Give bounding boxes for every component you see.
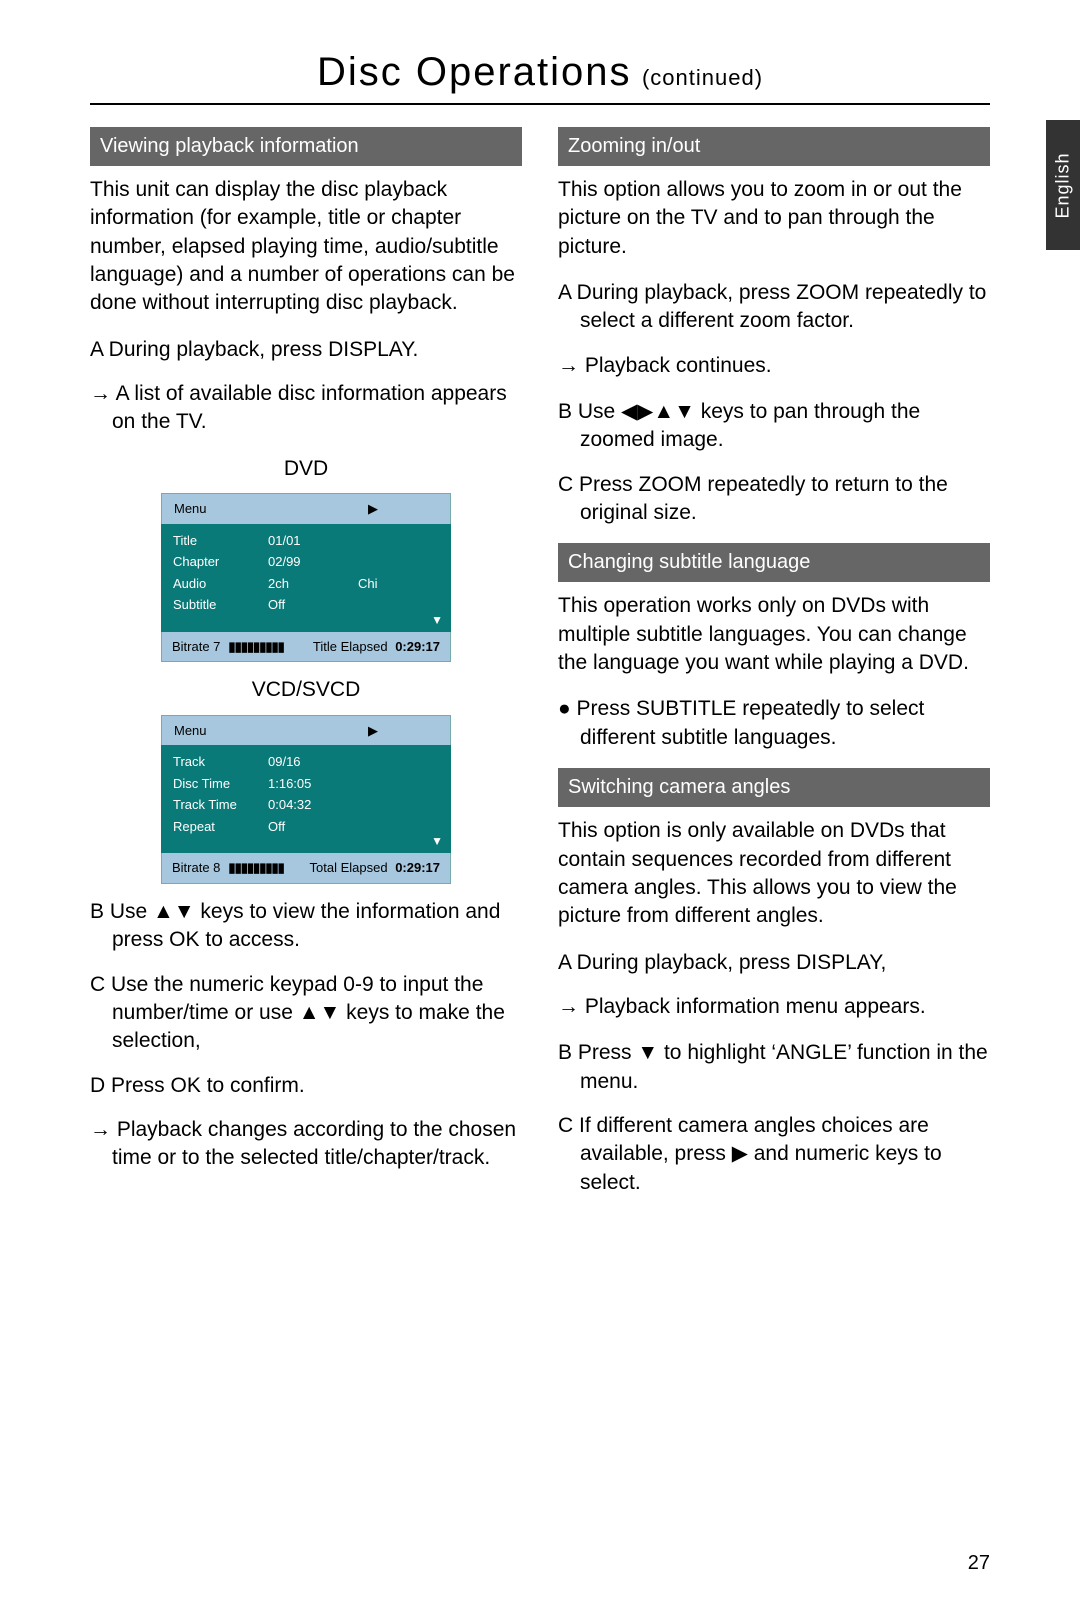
osd-row: Chapter 02/99 [173,551,439,573]
step-a-result: → A list of available disc information a… [90,380,522,437]
osd-key: Track Time [173,796,268,814]
osd-menu-label: Menu [174,500,207,518]
step-a: A During playback, press DISPLAY. [90,336,522,364]
osd-header: Menu ▶ [161,493,451,524]
zoom-step-a: A During playback, press ZOOM repeatedly… [558,279,990,336]
step-d-result: → Playback changes according to the chos… [90,1116,522,1173]
osd-body: Title 01/01 Chapter 02/99 Audio 2ch Chi [161,524,451,632]
osd-footer: Bitrate 7 ▮▮▮▮▮▮▮▮▮ Title Elapsed 0:29:1… [161,632,451,663]
scroll-down-icon: ▼ [431,612,443,628]
page-title: Disc Operations [317,50,632,94]
osd-header: Menu ▶ [161,715,451,746]
osd-key: Title [173,532,268,550]
section-heading-camera: Switching camera angles [558,768,990,807]
osd-row: Subtitle Off [173,594,439,616]
osd-value: 01/01 [268,532,358,550]
play-icon: ▶ [368,722,378,740]
osd-value: 2ch [268,575,358,593]
section-heading-viewing-playback: Viewing playback information [90,127,522,166]
step-d: D Press OK to confirm. [90,1072,522,1100]
page-title-continued: (continued) [642,65,763,90]
elapsed-value: 0:29:17 [395,639,440,654]
section-heading-zoom: Zooming in/out [558,127,990,166]
osd-value: Off [268,818,358,836]
dvd-osd-menu: Menu ▶ Title 01/01 Chapter 02/99 [161,493,451,662]
zoom-step-b: B Use ◀▶▲▼ keys to pan through the zoome… [558,398,990,455]
osd-row: Track 09/16 [173,751,439,773]
elapsed-label: Title Elapsed [313,639,388,654]
camera-step-a-result: → Playback information menu appears. [558,993,990,1021]
osd-row: Audio 2ch Chi [173,573,439,595]
section-intro-text: This unit can display the disc playback … [90,176,522,318]
osd-key: Track [173,753,268,771]
play-icon: ▶ [368,500,378,518]
osd-row: Track Time 0:04:32 [173,794,439,816]
osd-value: 1:16:05 [268,775,358,793]
page-title-row: Disc Operations (continued) [90,50,990,95]
osd-key: Disc Time [173,775,268,793]
title-divider [90,103,990,105]
osd-menu-label: Menu [174,722,207,740]
bitrate-label: Bitrate 8 [172,859,220,877]
osd-value: 02/99 [268,553,358,571]
osd-value: Off [268,596,358,614]
step-c: C Use the numeric keypad 0-9 to input th… [90,971,522,1056]
dvd-caption: DVD [90,455,522,483]
two-column-layout: Viewing playback information This unit c… [90,127,990,1213]
right-column: Zooming in/out This option allows you to… [558,127,990,1213]
osd-value: 0:04:32 [268,796,358,814]
osd-body: Track 09/16 Disc Time 1:16:05 Track Time… [161,745,451,853]
zoom-intro: This option allows you to zoom in or out… [558,176,990,261]
osd-key: Audio [173,575,268,593]
osd-value: 09/16 [268,753,358,771]
zoom-step-c: C Press ZOOM repeatedly to return to the… [558,471,990,528]
osd-key: Chapter [173,553,268,571]
elapsed-value: 0:29:17 [395,860,440,875]
camera-step-b: B Press ▼ to highlight ‘ANGLE’ function … [558,1039,990,1096]
section-heading-subtitle: Changing subtitle language [558,543,990,582]
language-tab: English [1046,120,1080,250]
osd-footer: Bitrate 8 ▮▮▮▮▮▮▮▮▮ Total Elapsed 0:29:1… [161,853,451,884]
language-label: English [1053,152,1074,218]
scroll-down-icon: ▼ [431,833,443,849]
subtitle-intro: This operation works only on DVDs with m… [558,592,990,677]
osd-row: Title 01/01 [173,530,439,552]
osd-value2: Chi [358,575,378,593]
osd-key: Repeat [173,818,268,836]
page-number: 27 [968,1552,990,1575]
step-b: B Use ▲▼ keys to view the information an… [90,898,522,955]
vcd-osd-menu: Menu ▶ Track 09/16 Disc Time 1:16:05 Tra… [161,715,451,884]
zoom-step-a-result: → Playback continues. [558,352,990,380]
page-container: English Disc Operations (continued) View… [0,0,1080,1619]
bitrate-label: Bitrate 7 [172,638,220,656]
camera-intro: This option is only available on DVDs th… [558,817,990,930]
osd-row: Repeat Off [173,816,439,838]
osd-row: Disc Time 1:16:05 [173,773,439,795]
osd-key: Subtitle [173,596,268,614]
vcd-caption: VCD/SVCD [90,676,522,704]
subtitle-step: ● Press SUBTITLE repeatedly to select di… [558,695,990,752]
elapsed-label: Total Elapsed [310,860,388,875]
left-column: Viewing playback information This unit c… [90,127,522,1213]
camera-step-a: A During playback, press DISPLAY, [558,949,990,977]
bitrate-bars-icon: ▮▮▮▮▮▮▮▮▮ [228,638,283,656]
bitrate-bars-icon: ▮▮▮▮▮▮▮▮▮ [228,859,283,877]
camera-step-c: C If different camera angles choices are… [558,1112,990,1197]
